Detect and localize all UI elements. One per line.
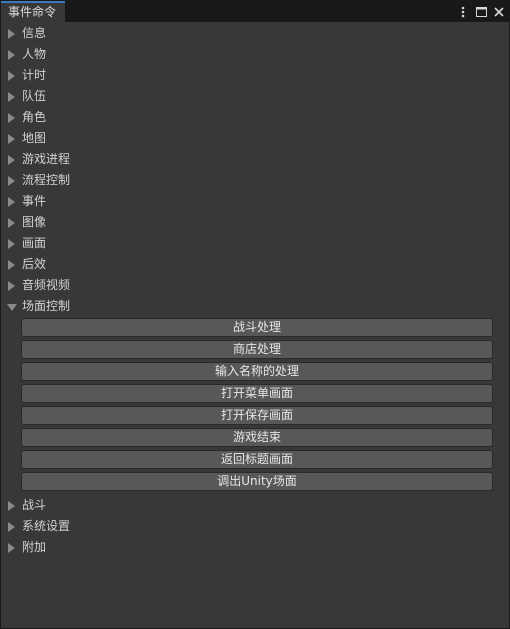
triangle-right-icon[interactable] xyxy=(8,134,15,144)
action-button[interactable]: 战斗处理 xyxy=(21,318,493,337)
tree-node[interactable]: 人物 xyxy=(1,44,509,65)
more-vert-icon[interactable] xyxy=(457,5,469,19)
tree-node[interactable]: 信息 xyxy=(1,23,509,44)
tree-node-label: 地图 xyxy=(22,131,47,145)
tree-group-after: 战斗 系统设置 附加 xyxy=(1,495,509,558)
tree-node-scene-control[interactable]: 场面控制 xyxy=(1,296,509,317)
tree-node-label: 角色 xyxy=(22,110,47,124)
tree-node-label: 流程控制 xyxy=(22,173,71,187)
action-button[interactable]: 打开保存画面 xyxy=(21,406,493,425)
maximize-icon[interactable] xyxy=(475,5,487,19)
tree-node[interactable]: 游戏进程 xyxy=(1,149,509,170)
tab-event-commands[interactable]: 事件命令 xyxy=(1,1,66,22)
action-button[interactable]: 商店处理 xyxy=(21,340,493,359)
tree-node-label: 人物 xyxy=(22,47,47,61)
action-button[interactable]: 调出Unity场面 xyxy=(21,472,493,491)
tree-node[interactable]: 图像 xyxy=(1,212,509,233)
triangle-right-icon[interactable] xyxy=(8,92,15,102)
triangle-down-icon[interactable] xyxy=(7,304,17,311)
tree-node-label: 音频视频 xyxy=(22,278,71,292)
triangle-right-icon[interactable] xyxy=(8,501,15,511)
triangle-right-icon[interactable] xyxy=(8,543,15,553)
tree-node-label: 场面控制 xyxy=(22,299,71,313)
tree-node[interactable]: 角色 xyxy=(1,107,509,128)
triangle-right-icon[interactable] xyxy=(8,71,15,81)
tree-node[interactable]: 音频视频 xyxy=(1,275,509,296)
tree-node-label: 队伍 xyxy=(22,89,47,103)
tree-node-label: 后效 xyxy=(22,257,47,271)
tree-node[interactable]: 地图 xyxy=(1,128,509,149)
tree-node-label: 信息 xyxy=(22,26,47,40)
action-button[interactable]: 游戏结束 xyxy=(21,428,493,447)
tree-node-label: 事件 xyxy=(22,194,47,208)
tree-node-label: 计时 xyxy=(22,68,47,82)
tree-node[interactable]: 计时 xyxy=(1,65,509,86)
triangle-right-icon[interactable] xyxy=(8,522,15,532)
title-bar: 事件命令 xyxy=(1,1,509,22)
triangle-right-icon[interactable] xyxy=(8,155,15,165)
tree-node-label: 战斗 xyxy=(22,498,47,512)
triangle-right-icon[interactable] xyxy=(8,176,15,186)
action-button[interactable]: 返回标题画面 xyxy=(21,450,493,469)
tree-node-label: 游戏进程 xyxy=(22,152,71,166)
event-commands-window: 事件命令 信息 人物 计时 队伍 角色 地图 游戏进程 流程控制 事件 图像 画… xyxy=(0,0,510,629)
triangle-right-icon[interactable] xyxy=(8,218,15,228)
action-button[interactable]: 输入名称的处理 xyxy=(21,362,493,381)
command-tree: 信息 人物 计时 队伍 角色 地图 游戏进程 流程控制 事件 图像 画面 后效 … xyxy=(1,23,509,628)
triangle-right-icon[interactable] xyxy=(8,260,15,270)
tree-node[interactable]: 流程控制 xyxy=(1,170,509,191)
triangle-right-icon[interactable] xyxy=(8,29,15,39)
tree-node[interactable]: 事件 xyxy=(1,191,509,212)
tree-node[interactable]: 画面 xyxy=(1,233,509,254)
triangle-right-icon[interactable] xyxy=(8,197,15,207)
tree-node-label: 系统设置 xyxy=(22,519,71,533)
tree-node-label: 图像 xyxy=(22,215,47,229)
scene-control-actions: 战斗处理商店处理输入名称的处理 打开菜单画面 打开保存画面 游戏结束返回标题画面 调出U… xyxy=(1,317,509,495)
tree-node[interactable]: 系统设置 xyxy=(1,516,509,537)
triangle-right-icon[interactable] xyxy=(8,50,15,60)
tree-node-label: 附加 xyxy=(22,540,47,554)
triangle-right-icon[interactable] xyxy=(8,281,15,291)
tree-node[interactable]: 战斗 xyxy=(1,495,509,516)
tree-node[interactable]: 附加 xyxy=(1,537,509,558)
tree-node-label: 画面 xyxy=(22,236,47,250)
tree-group-before: 信息 人物 计时 队伍 角色 地图 游戏进程 流程控制 事件 图像 画面 后效 … xyxy=(1,23,509,296)
window-controls xyxy=(457,1,505,22)
tree-node[interactable]: 队伍 xyxy=(1,86,509,107)
tree-node[interactable]: 后效 xyxy=(1,254,509,275)
triangle-right-icon[interactable] xyxy=(8,239,15,249)
triangle-right-icon[interactable] xyxy=(8,113,15,123)
action-button[interactable]: 打开菜单画面 xyxy=(21,384,493,403)
close-icon[interactable] xyxy=(493,5,505,19)
